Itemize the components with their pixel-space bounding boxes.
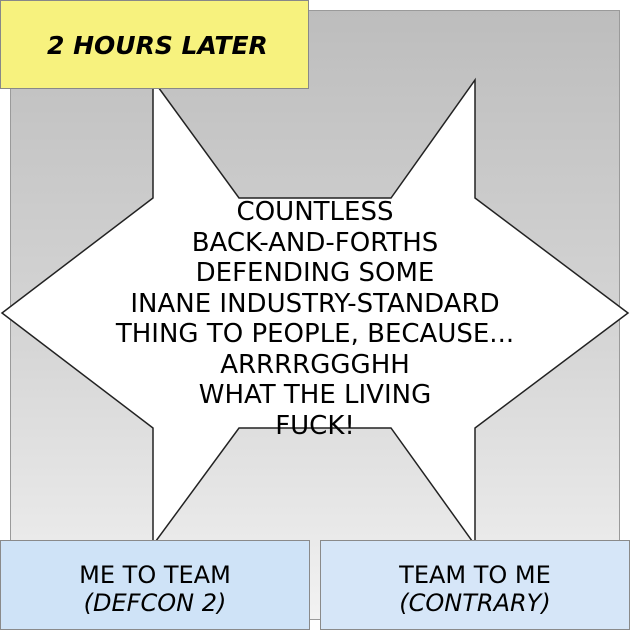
bottom-left-caption-subtitle: (DEFCON 2) [83, 589, 227, 617]
burst-line: FUCK! [275, 410, 355, 441]
bottom-left-caption-title: ME TO TEAM [79, 561, 231, 589]
burst-line: COUNTLESS [236, 197, 394, 227]
burst-line: THING TO PEOPLE, BECAUSE... [115, 319, 515, 349]
bottom-right-caption: TEAM TO ME (CONTRARY) [320, 540, 630, 630]
burst-line: ARRRRGGGHH [220, 349, 410, 380]
burst-line: DEFENDING SOME [195, 258, 435, 288]
bottom-left-caption: ME TO TEAM (DEFCON 2) [0, 540, 310, 630]
burst-text: COUNTLESS BACK-AND-FORTHS DEFENDING SOME… [95, 197, 535, 441]
burst-line: BACK-AND-FORTHS [191, 227, 439, 258]
top-caption-text: 2 HOURS LATER [47, 31, 268, 60]
bottom-right-caption-title: TEAM TO ME [399, 561, 551, 589]
burst-line: WHAT THE LIVING [198, 380, 432, 410]
burst-line: INANE INDUSTRY-STANDARD [130, 288, 500, 319]
top-caption-box: 2 HOURS LATER [0, 0, 309, 89]
bottom-right-caption-subtitle: (CONTRARY) [399, 589, 551, 617]
